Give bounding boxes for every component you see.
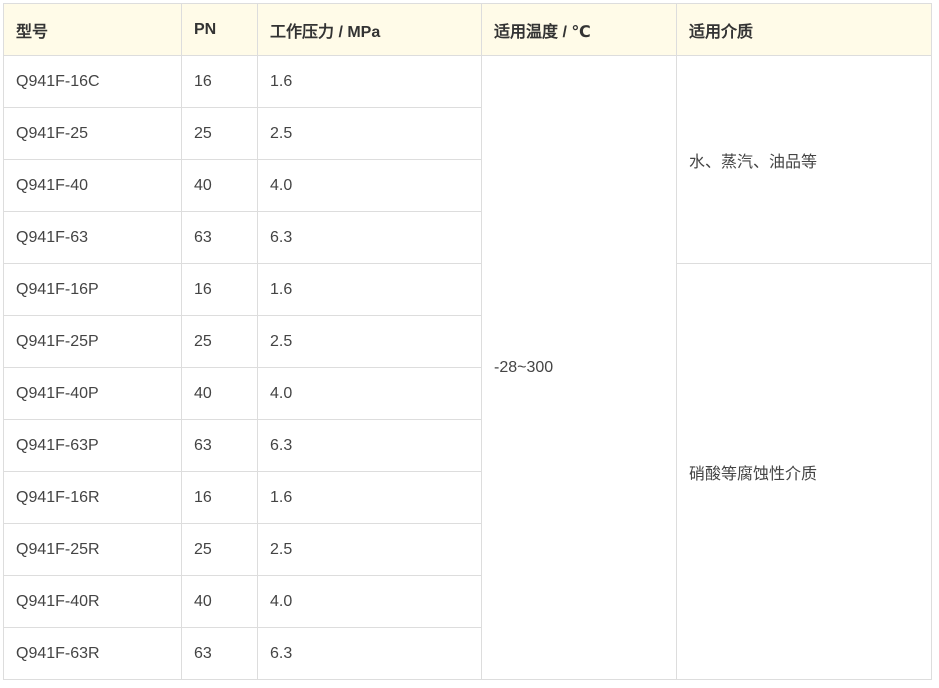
- cell-pn: 40: [181, 575, 258, 628]
- cell-pn: 16: [181, 471, 258, 524]
- cell-temperature: -28~300: [481, 55, 677, 680]
- cell-model: Q941F-16R: [3, 471, 182, 524]
- cell-pn: 25: [181, 523, 258, 576]
- cell-model: Q941F-25P: [3, 315, 182, 368]
- cell-model: Q941F-25: [3, 107, 182, 160]
- cell-pressure: 1.6: [257, 263, 482, 316]
- cell-pressure: 4.0: [257, 159, 482, 212]
- cell-model: Q941F-63R: [3, 627, 182, 680]
- cell-model: Q941F-40: [3, 159, 182, 212]
- cell-pn: 63: [181, 419, 258, 472]
- cell-pressure: 1.6: [257, 55, 482, 108]
- spec-table: 型号 PN 工作压力 / MPa 适用温度 / ℃ 适用介质 Q941F-16C…: [3, 3, 932, 680]
- header-temperature: 适用温度 / ℃: [481, 3, 677, 56]
- cell-pressure: 6.3: [257, 419, 482, 472]
- header-media: 适用介质: [676, 3, 932, 56]
- cell-media-general: 水、蒸汽、油品等: [676, 55, 932, 264]
- cell-model: Q941F-40P: [3, 367, 182, 420]
- cell-pn: 16: [181, 55, 258, 108]
- header-pressure: 工作压力 / MPa: [257, 3, 482, 56]
- cell-pn: 16: [181, 263, 258, 316]
- cell-model: Q941F-63P: [3, 419, 182, 472]
- cell-pressure: 2.5: [257, 315, 482, 368]
- cell-pressure: 4.0: [257, 367, 482, 420]
- cell-pn: 40: [181, 159, 258, 212]
- cell-pressure: 2.5: [257, 107, 482, 160]
- cell-pn: 25: [181, 315, 258, 368]
- cell-pressure: 2.5: [257, 523, 482, 576]
- cell-model: Q941F-25R: [3, 523, 182, 576]
- cell-pn: 40: [181, 367, 258, 420]
- cell-model: Q941F-16C: [3, 55, 182, 108]
- cell-model: Q941F-16P: [3, 263, 182, 316]
- cell-model: Q941F-40R: [3, 575, 182, 628]
- header-pn: PN: [181, 3, 258, 56]
- cell-pressure: 6.3: [257, 211, 482, 264]
- cell-pressure: 1.6: [257, 471, 482, 524]
- cell-model: Q941F-63: [3, 211, 182, 264]
- table-header-row: 型号 PN 工作压力 / MPa 适用温度 / ℃ 适用介质: [3, 3, 932, 56]
- cell-pn: 63: [181, 627, 258, 680]
- cell-pn: 25: [181, 107, 258, 160]
- cell-pressure: 4.0: [257, 575, 482, 628]
- table-row: Q941F-16C 16 1.6 -28~300 水、蒸汽、油品等: [3, 55, 932, 680]
- table-row: Q941F-16P 16 1.6 硝酸等腐蚀性介质: [3, 263, 932, 680]
- spec-table-container: 型号 PN 工作压力 / MPa 适用温度 / ℃ 适用介质 Q941F-16C…: [3, 3, 932, 680]
- cell-pn: 63: [181, 211, 258, 264]
- header-model: 型号: [3, 3, 182, 56]
- cell-pressure: 6.3: [257, 627, 482, 680]
- cell-media-corrosive: 硝酸等腐蚀性介质: [676, 263, 932, 680]
